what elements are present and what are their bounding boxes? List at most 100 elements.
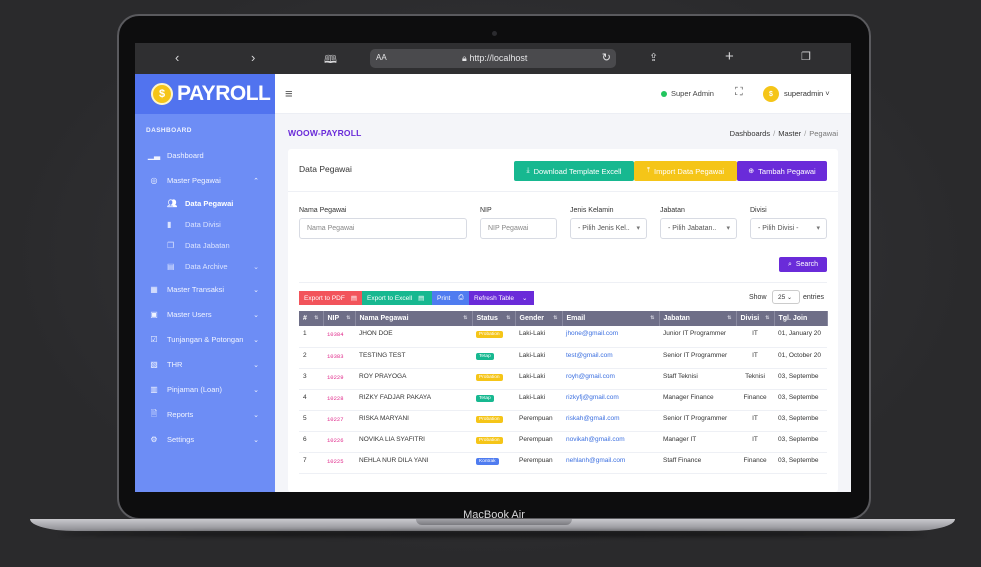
device-label: MacBook Air	[463, 509, 525, 521]
table-row[interactable]: 1 10384 JHON DOE Probation Laki-Laki jhone@gm…	[299, 326, 827, 348]
sidebar-item-dashboard[interactable]: ▁▃ Dashboard	[135, 143, 275, 168]
sidebar-item-tunjangan[interactable]: ☑ Tunjangan & Potongan ⌄	[135, 327, 275, 352]
user-menu[interactable]: superadmin ˅	[784, 89, 830, 98]
brand-name: PAYROLL	[177, 82, 271, 105]
nip-input[interactable]: NIP Pegawai	[480, 218, 557, 239]
brand[interactable]: $ PAYROLL	[135, 74, 275, 114]
caret-down-icon: ▾	[636, 225, 640, 232]
status-badge: Probation	[476, 415, 503, 423]
cell-tgl-join: 03, Septembe	[774, 452, 827, 474]
col-nama[interactable]: Nama Pegawai ⇅	[355, 311, 473, 326]
sidebar-subitem-data-jabatan[interactable]: ❐ Data Jabatan	[135, 235, 275, 256]
reader-aa[interactable]: AA	[376, 53, 387, 62]
jabatan-select[interactable]: - Pilih Jabatan.. ▾	[660, 218, 737, 239]
share-icon[interactable]: ⇪	[649, 51, 658, 64]
sidebar-item-reports[interactable]: 🗎︎ Reports ⌄	[135, 402, 275, 427]
forward-icon[interactable]: ›	[251, 50, 255, 65]
tabs-icon[interactable]: ❐	[801, 50, 811, 63]
breadcrumb-dashboards[interactable]: Dashboards	[730, 129, 770, 138]
search-label: Search	[795, 261, 819, 268]
menu-toggle-icon[interactable]: ≡	[285, 86, 293, 101]
sidebar-item-pinjaman[interactable]: ▥ Pinjaman (Loan) ⌄	[135, 377, 275, 402]
col-jabatan[interactable]: Jabatan ⇅	[659, 311, 737, 326]
export-excel-label: Export to Excell	[367, 294, 413, 302]
breadcrumb-master[interactable]: Master	[778, 129, 801, 138]
sidebar-item-master-transaksi[interactable]: ▦ Master Transaksi ⌄	[135, 277, 275, 302]
sidebar-item-settings[interactable]: ⚙︎ Settings ⌄	[135, 427, 275, 452]
sidebar-subitem-data-divisi[interactable]: ▮ Data Divisi	[135, 214, 275, 235]
sidebar-item-master-pegawai[interactable]: ◎ Master Pegawai ⌃	[135, 168, 275, 193]
col-gender[interactable]: Gender ⇅	[515, 311, 563, 326]
add-pegawai-label: Tambah Pegawai	[758, 166, 816, 176]
browser-toolbar: ‹ › 🕮 AA 🔒︎ http://localhost ↻ ⇪ + ❐	[135, 43, 851, 74]
add-pegawai-button[interactable]: ⊕ Tambah Pegawai	[737, 161, 827, 181]
col-divisi[interactable]: Divisi ⇅	[736, 311, 775, 326]
cell-email[interactable]: rizkyfj@gmail.com	[562, 389, 659, 411]
avatar[interactable]: $	[763, 86, 779, 102]
sidebar-item-thr[interactable]: ▧ THR ⌄	[135, 352, 275, 377]
sidebar-item-master-users[interactable]: ▣ Master Users ⌄	[135, 302, 275, 327]
cell-nama: NEHLA NUR DILA YANI	[355, 452, 472, 474]
table-row[interactable]: 6 10226 NOVIKA LIA SYAFITRI Probation Peremp…	[299, 431, 827, 453]
address-bar[interactable]: AA 🔒︎ http://localhost ↻	[370, 49, 616, 68]
cell-tgl-join: 03, Septembe	[774, 389, 827, 411]
table-row[interactable]: 4 10228 RIZKY FADJAR PAKAYA Tetap Laki-Laki r…	[299, 389, 827, 411]
col-tgl-join[interactable]: Tgl. Join	[774, 311, 828, 326]
check-square-icon: ☑	[150, 335, 158, 344]
laptop-shadow	[60, 531, 925, 537]
cell-no: 5	[299, 410, 323, 432]
table-row[interactable]: 2 10383 TESTING TEST Tetap Laki-Laki test@gma…	[299, 347, 827, 369]
sidebar-subitem-data-pegawai[interactable]: 👥︎ Data Pegawai	[135, 193, 275, 214]
col-no[interactable]: # ⇅	[299, 311, 324, 326]
chevron-down-icon: ⌄	[253, 386, 259, 394]
cell-email[interactable]: nehlanh@gmail.com	[562, 452, 659, 474]
col-nip[interactable]: NIP ⇅	[323, 311, 356, 326]
table-row[interactable]: 3 10229 ROY PRAYOGA Probation Laki-Laki royh@…	[299, 368, 827, 390]
cell-no: 4	[299, 389, 323, 411]
export-pdf-button[interactable]: Export to PDF ▤	[299, 291, 362, 305]
cell-status: Probation	[472, 368, 515, 390]
plus-icon[interactable]: +	[725, 48, 734, 65]
divisi-select[interactable]: - Pilih Divisi - ▾	[750, 218, 827, 239]
print-button[interactable]: Print ⎙	[432, 291, 469, 305]
cell-nama: JHON DOE	[355, 326, 472, 348]
export-excel-button[interactable]: Export to Excell ▤	[362, 291, 432, 305]
sidebar-subitem-data-archive[interactable]: ▤ Data Archive ⌄	[135, 256, 275, 277]
nip-label: NIP	[480, 207, 492, 214]
cell-gender: Laki-Laki	[515, 326, 562, 348]
search-button[interactable]: ⌕ Search	[779, 257, 827, 272]
cell-email[interactable]: royh@gmail.com	[562, 368, 659, 390]
status-badge: Kontrak	[476, 457, 499, 465]
online-status-dot	[661, 91, 667, 97]
cell-divisi: IT	[736, 347, 774, 369]
plus-circle-icon: ⊕	[748, 168, 755, 175]
cell-nama: RISKA MARYANI	[355, 410, 472, 432]
cell-no: 3	[299, 368, 323, 390]
table-row[interactable]: 7 10225 NEHLA NUR DILA YANI Kontrak Perempua…	[299, 452, 827, 474]
page-size-select[interactable]: 25 ⌄	[772, 290, 800, 304]
cell-email[interactable]: jhone@gmail.com	[562, 326, 659, 348]
book-icon[interactable]: 🕮	[324, 51, 337, 70]
col-status[interactable]: Status ⇅	[472, 311, 516, 326]
refresh-table-button[interactable]: Refresh Table ⌄	[469, 291, 534, 305]
top-header: ≡ Super Admin ⛶ $ superadmin ˅	[275, 74, 851, 114]
url-text[interactable]: 🔒︎ http://localhost	[462, 53, 527, 64]
nama-input[interactable]: Nama Pegawai	[299, 218, 467, 239]
import-data-button[interactable]: ⤒ Import Data Pegawai	[634, 161, 737, 181]
cell-email[interactable]: riskah@gmail.com	[562, 410, 659, 432]
back-icon[interactable]: ‹	[175, 50, 179, 65]
chevron-down-icon: ⌄	[522, 295, 528, 302]
col-email[interactable]: Email ⇅	[562, 311, 660, 326]
jenis-kelamin-select[interactable]: - Pilih Jenis Kel.. ▾	[570, 218, 647, 239]
chevron-down-icon: ⌄	[253, 436, 259, 444]
copy-icon: ❐	[167, 241, 175, 250]
fullscreen-icon[interactable]: ⛶	[735, 86, 743, 99]
divisi-label: Divisi	[750, 207, 767, 214]
table-row[interactable]: 5 10227 RISKA MARYANI Probation Perempuan ris…	[299, 410, 827, 432]
reload-icon[interactable]: ↻	[602, 51, 611, 64]
cell-email[interactable]: test@gmail.com	[562, 347, 659, 369]
col-label: Email	[566, 315, 586, 322]
cell-email[interactable]: novikah@gmail.com	[562, 431, 659, 453]
download-template-button[interactable]: ⤓ Download Template Excell	[514, 161, 634, 181]
cell-status: Probation	[472, 431, 515, 453]
